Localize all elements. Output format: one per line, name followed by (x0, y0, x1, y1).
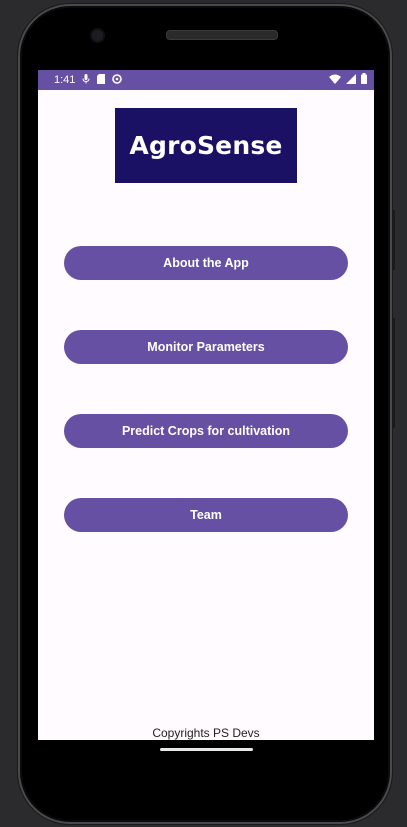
status-bar: 1:41 (38, 70, 374, 90)
about-the-app-button[interactable]: About the App (64, 246, 348, 280)
mic-icon (82, 73, 90, 87)
status-time: 1:41 (54, 74, 76, 86)
earpiece-speaker (166, 30, 278, 40)
front-camera (92, 30, 103, 41)
battery-icon (361, 73, 367, 87)
app-screen: 1:41 AgroSense About the App Monitor Par… (38, 70, 374, 740)
app-logo: AgroSense (115, 108, 297, 183)
predict-crops-button[interactable]: Predict Crops for cultivation (64, 414, 348, 448)
wifi-icon (329, 74, 341, 87)
gesture-nav-handle[interactable] (160, 748, 253, 751)
team-button[interactable]: Team (64, 498, 348, 532)
sync-icon (112, 73, 123, 87)
power-button (392, 210, 395, 270)
copyright-footer: Copyrights PS Devs (152, 726, 260, 740)
monitor-parameters-button[interactable]: Monitor Parameters (64, 330, 348, 364)
signal-icon (346, 73, 356, 87)
volume-button (392, 318, 395, 428)
app-logo-text: AgroSense (129, 131, 283, 160)
sim-card-icon (97, 73, 106, 87)
